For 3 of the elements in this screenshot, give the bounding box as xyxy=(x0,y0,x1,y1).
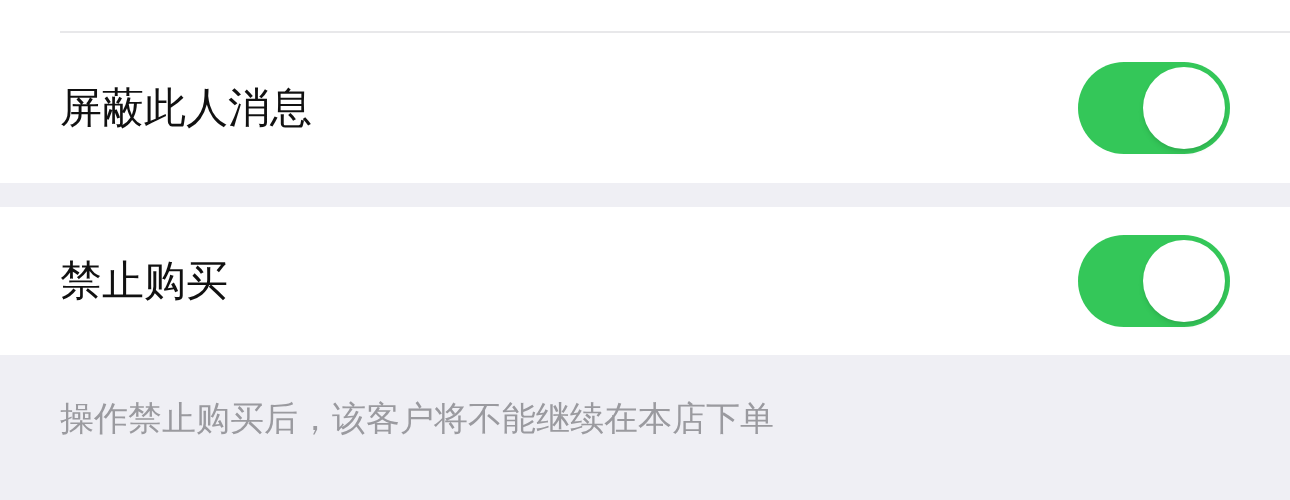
footnote-text: 操作禁止购买后，该客户将不能继续在本店下单 xyxy=(60,398,774,438)
setting-label: 屏蔽此人消息 xyxy=(60,87,312,129)
setting-label: 禁止购买 xyxy=(60,260,228,302)
